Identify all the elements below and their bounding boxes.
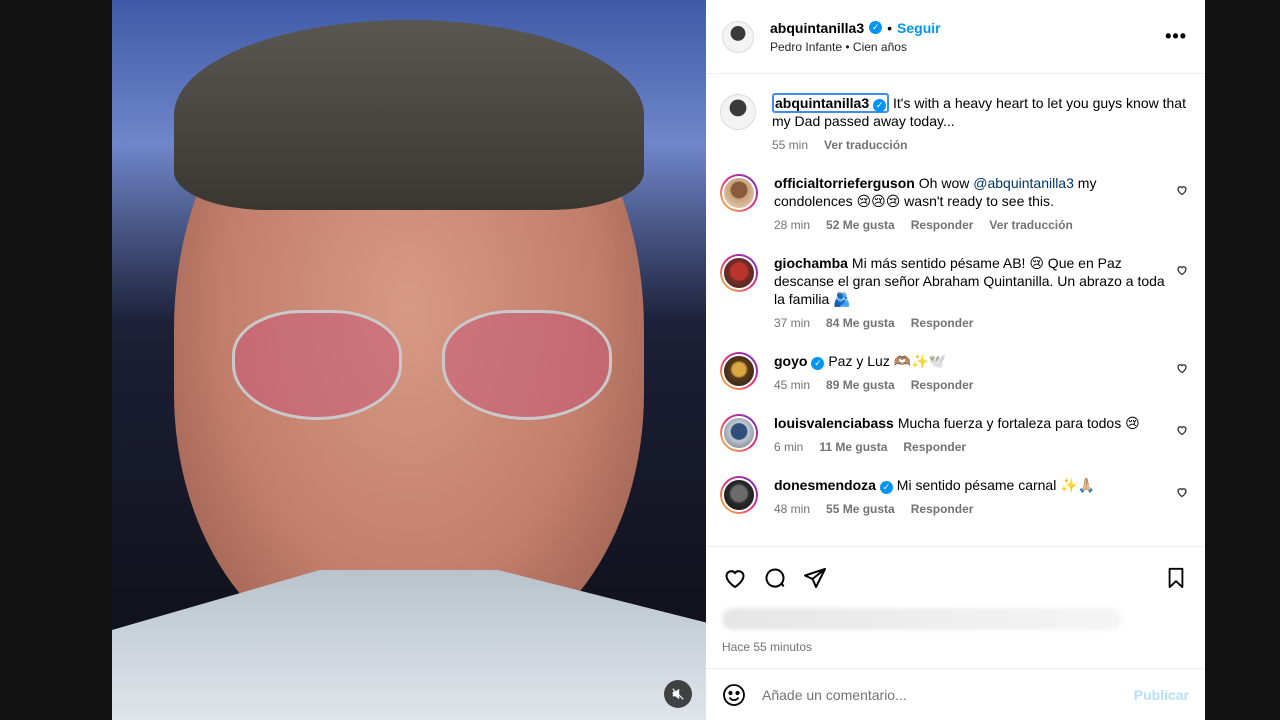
heart-icon <box>1177 266 1187 276</box>
comment-text: Mucha fuerza y fortaleza para todos 😢 <box>897 415 1140 431</box>
photo-subject-shirt <box>112 570 706 720</box>
comment-item: louisvalenciabass Mucha fuerza y fortalez… <box>720 414 1189 456</box>
comment-icon <box>765 568 785 587</box>
comment-likes[interactable]: 52 Me gusta <box>826 216 895 234</box>
caption: abquintanilla3 ✓ It's with a heavy heart … <box>720 93 1189 154</box>
reply-button[interactable]: Responder <box>903 438 966 456</box>
caption-username[interactable]: abquintanilla3 <box>775 95 869 111</box>
commenter-avatar-ring[interactable] <box>720 414 758 452</box>
like-comment-button[interactable] <box>1175 184 1189 199</box>
comment-text: Oh wow <box>918 175 974 191</box>
comments-list[interactable]: abquintanilla3 ✓ It's with a heavy heart … <box>706 74 1205 546</box>
share-button[interactable] <box>802 565 828 591</box>
author-info: abquintanilla3 ✓ • Seguir Pedro Infante … <box>770 20 1161 54</box>
caption-translate-link[interactable]: Ver traducción <box>824 136 907 154</box>
comment-likes[interactable]: 55 Me gusta <box>826 500 895 518</box>
comment-button[interactable] <box>762 565 788 591</box>
reply-button[interactable]: Responder <box>911 500 974 518</box>
comment-time[interactable]: 37 min <box>774 314 810 332</box>
emoji-icon[interactable] <box>722 683 746 707</box>
author-username[interactable]: abquintanilla3 <box>770 20 864 36</box>
comment-username[interactable]: goyo <box>774 353 807 369</box>
photo-sunglasses-right-lens <box>442 310 612 420</box>
comment-time[interactable]: 6 min <box>774 438 803 456</box>
verified-badge-icon: ✓ <box>811 357 825 370</box>
comment-item: donesmendoza ✓ Mi sentido pésame carnal ✨… <box>720 476 1189 518</box>
mute-icon <box>672 688 684 700</box>
comment-likes[interactable]: 11 Me gusta <box>819 438 887 456</box>
follow-button[interactable]: Seguir <box>897 20 941 36</box>
comment-mention[interactable]: @abquintanilla3 <box>973 175 1074 191</box>
mute-button[interactable] <box>664 680 692 708</box>
comment-likes[interactable]: 84 Me gusta <box>826 314 895 332</box>
commenter-avatar-ring[interactable] <box>720 476 758 514</box>
comment-item: officialtorrieferguson Oh wow @abquintani… <box>720 174 1189 234</box>
post-actions-bar <box>706 546 1205 608</box>
comment-time[interactable]: 28 min <box>774 216 810 234</box>
publish-button[interactable]: Publicar <box>1134 687 1189 703</box>
comment-time[interactable]: 45 min <box>774 376 810 394</box>
reply-button[interactable]: Responder <box>911 376 974 394</box>
comment-username[interactable]: louisvalenciabass <box>774 415 894 431</box>
comment-username[interactable]: officialtorrieferguson <box>774 175 915 191</box>
commenter-avatar-ring[interactable] <box>720 174 758 212</box>
comment-text: Mi sentido pésame carnal ✨🙏🏼 <box>896 477 1096 493</box>
heart-icon <box>725 569 745 588</box>
share-icon <box>804 567 826 588</box>
verified-badge-icon: ✓ <box>873 99 887 112</box>
caption-time[interactable]: 55 min <box>772 136 808 154</box>
like-comment-button[interactable] <box>1175 486 1189 501</box>
caption-author-avatar[interactable] <box>720 94 756 130</box>
verified-badge-icon: ✓ <box>869 21 883 34</box>
post-side-panel: abquintanilla3 ✓ • Seguir Pedro Infante … <box>706 0 1205 720</box>
author-avatar[interactable] <box>722 20 754 53</box>
comment-likes[interactable]: 89 Me gusta <box>826 376 895 394</box>
post-image[interactable] <box>112 0 706 720</box>
audio-track[interactable]: Pedro Infante • Cien años <box>770 40 1161 54</box>
add-comment-bar: Publicar <box>706 668 1205 720</box>
comment-item: goyo ✓ Paz y Luz 🫶🏽✨🕊️ 45 min 89 Me gusta… <box>720 352 1189 394</box>
heart-icon <box>1177 364 1187 374</box>
comment-username[interactable]: giochamba <box>774 255 848 271</box>
heart-icon <box>1177 186 1187 196</box>
heart-icon <box>1177 488 1187 498</box>
likes-count-blurred <box>722 608 1122 630</box>
instagram-post-modal: abquintanilla3 ✓ • Seguir Pedro Infante … <box>0 0 1280 720</box>
photo-subject-hair <box>174 20 644 210</box>
reply-button[interactable]: Responder <box>911 216 974 234</box>
post-time-ago[interactable]: Hace 55 minutos <box>706 630 1205 668</box>
heart-icon <box>1177 426 1187 436</box>
comment-item: giochamba Mi más sentido pésame AB! 😢 Que… <box>720 254 1189 332</box>
commenter-avatar-ring[interactable] <box>720 352 758 390</box>
comment-translate-link[interactable]: Ver traducción <box>989 216 1072 234</box>
like-comment-button[interactable] <box>1175 362 1189 377</box>
photo-sunglasses-left-lens <box>232 310 402 420</box>
like-comment-button[interactable] <box>1175 264 1189 279</box>
post-header: abquintanilla3 ✓ • Seguir Pedro Infante … <box>706 0 1205 74</box>
like-button[interactable] <box>722 565 748 591</box>
save-button[interactable] <box>1163 565 1189 591</box>
more-options-icon[interactable]: ••• <box>1161 26 1191 47</box>
comment-input[interactable] <box>762 686 1134 703</box>
commenter-avatar-ring[interactable] <box>720 254 758 292</box>
comment-username[interactable]: donesmendoza <box>774 477 876 493</box>
comment-text: Paz y Luz 🫶🏽✨🕊️ <box>828 353 947 369</box>
comment-time[interactable]: 48 min <box>774 500 810 518</box>
verified-badge-icon: ✓ <box>879 481 893 494</box>
bookmark-icon <box>1168 567 1184 588</box>
header-separator: • <box>887 19 893 36</box>
like-comment-button[interactable] <box>1175 424 1189 439</box>
reply-button[interactable]: Responder <box>911 314 974 332</box>
